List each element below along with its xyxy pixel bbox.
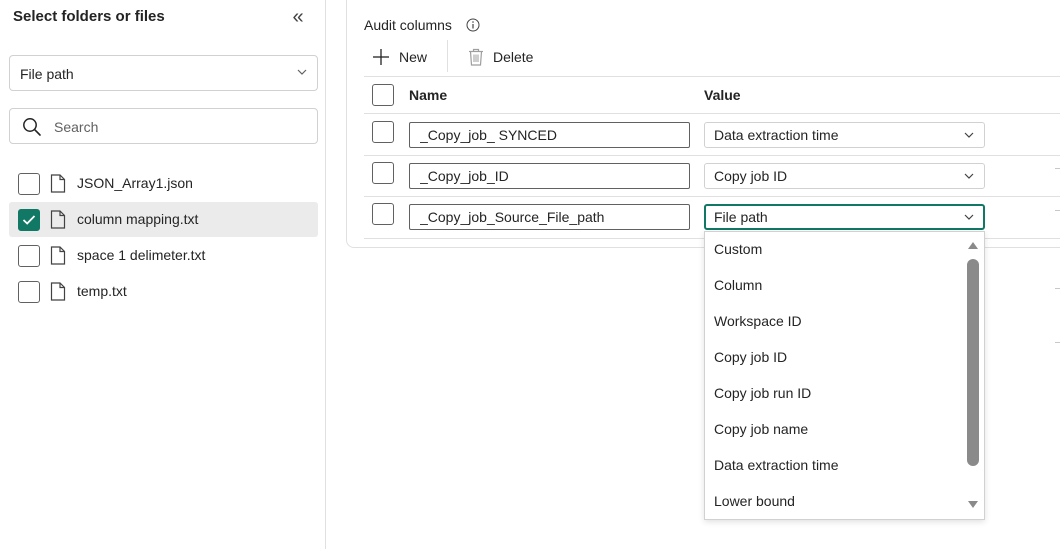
file-item-column-mapping[interactable]: column mapping.txt bbox=[9, 202, 318, 237]
file-checkbox[interactable] bbox=[18, 245, 40, 267]
file-checkbox[interactable] bbox=[18, 209, 40, 231]
file-item-temp[interactable]: temp.txt bbox=[9, 274, 318, 309]
delete-button-label: Delete bbox=[493, 49, 534, 65]
edge-tick bbox=[1055, 288, 1060, 289]
column-header-name: Name bbox=[409, 87, 448, 103]
file-name: column mapping.txt bbox=[77, 211, 199, 227]
file-item-json-array1[interactable]: JSON_Array1.json bbox=[9, 166, 318, 201]
toolbar-divider bbox=[447, 40, 448, 72]
option-copy-job-run-id[interactable]: Copy job run ID bbox=[714, 385, 811, 401]
table-divider bbox=[364, 196, 1060, 197]
row-checkbox[interactable] bbox=[372, 203, 394, 225]
new-button-label: New bbox=[399, 49, 428, 65]
chevron-down-icon bbox=[964, 132, 974, 138]
column-value-text: File path bbox=[714, 209, 768, 225]
collapse-pane-button[interactable]: « bbox=[287, 6, 309, 28]
checkmark-icon bbox=[22, 215, 36, 225]
table-divider bbox=[364, 113, 1060, 114]
column-header-value: Value bbox=[704, 87, 741, 103]
option-lower-bound[interactable]: Lower bound bbox=[714, 493, 795, 509]
option-column[interactable]: Column bbox=[714, 277, 762, 293]
source-type-dropdown[interactable]: File path bbox=[9, 55, 318, 91]
chevron-down-icon bbox=[964, 214, 974, 220]
option-copy-job-id[interactable]: Copy job ID bbox=[714, 349, 787, 365]
edge-tick bbox=[1055, 210, 1060, 211]
file-browser-pane: Select folders or files « File path JSON… bbox=[0, 0, 326, 549]
table-divider bbox=[364, 155, 1060, 156]
option-data-extraction-time[interactable]: Data extraction time bbox=[714, 457, 839, 473]
search-icon bbox=[23, 118, 41, 136]
document-icon bbox=[50, 282, 66, 301]
source-type-value: File path bbox=[20, 66, 74, 82]
column-value-text: Copy job ID bbox=[714, 168, 788, 184]
pane-title: Select folders or files bbox=[13, 8, 165, 25]
document-icon bbox=[50, 246, 66, 265]
row-checkbox[interactable] bbox=[372, 121, 394, 143]
edge-tick bbox=[1055, 168, 1060, 169]
column-value-text: Data extraction time bbox=[714, 127, 839, 143]
select-all-checkbox[interactable] bbox=[372, 84, 394, 106]
column-name-input[interactable] bbox=[409, 204, 690, 230]
value-options-listbox[interactable]: Custom Column Workspace ID Copy job ID C… bbox=[704, 231, 985, 520]
option-workspace-id[interactable]: Workspace ID bbox=[714, 313, 802, 329]
file-checkbox[interactable] bbox=[18, 281, 40, 303]
search-input[interactable] bbox=[54, 117, 294, 137]
scroll-up-icon[interactable] bbox=[967, 240, 979, 250]
document-icon bbox=[50, 210, 66, 229]
file-name: space 1 delimeter.txt bbox=[77, 247, 206, 263]
chevron-double-left-icon: « bbox=[292, 6, 304, 28]
file-item-space-delimeter[interactable]: space 1 delimeter.txt bbox=[9, 238, 318, 273]
delete-button[interactable]: Delete bbox=[468, 45, 533, 69]
file-checkbox[interactable] bbox=[18, 173, 40, 195]
file-name: JSON_Array1.json bbox=[77, 175, 193, 191]
chevron-down-icon bbox=[297, 69, 307, 75]
add-icon bbox=[373, 49, 389, 65]
file-name: temp.txt bbox=[77, 283, 127, 299]
new-button[interactable]: New bbox=[372, 45, 427, 69]
scroll-down-icon[interactable] bbox=[967, 500, 979, 510]
option-copy-job-name[interactable]: Copy job name bbox=[714, 421, 808, 437]
edge-tick bbox=[1055, 342, 1060, 343]
table-divider bbox=[364, 76, 1060, 77]
option-custom[interactable]: Custom bbox=[714, 241, 762, 257]
column-value-select[interactable]: Data extraction time bbox=[704, 122, 985, 148]
scrollbar-thumb[interactable] bbox=[967, 259, 979, 466]
column-name-input[interactable] bbox=[409, 163, 690, 189]
chevron-down-icon bbox=[964, 173, 974, 179]
column-name-input[interactable] bbox=[409, 122, 690, 148]
column-value-select[interactable]: Copy job ID bbox=[704, 163, 985, 189]
column-value-select-open[interactable]: File path bbox=[704, 204, 985, 230]
document-icon bbox=[50, 174, 66, 193]
delete-icon bbox=[469, 48, 483, 66]
audit-columns-title: Audit columns bbox=[364, 17, 452, 33]
row-checkbox[interactable] bbox=[372, 162, 394, 184]
search-box bbox=[9, 108, 318, 144]
info-icon[interactable] bbox=[466, 18, 480, 32]
